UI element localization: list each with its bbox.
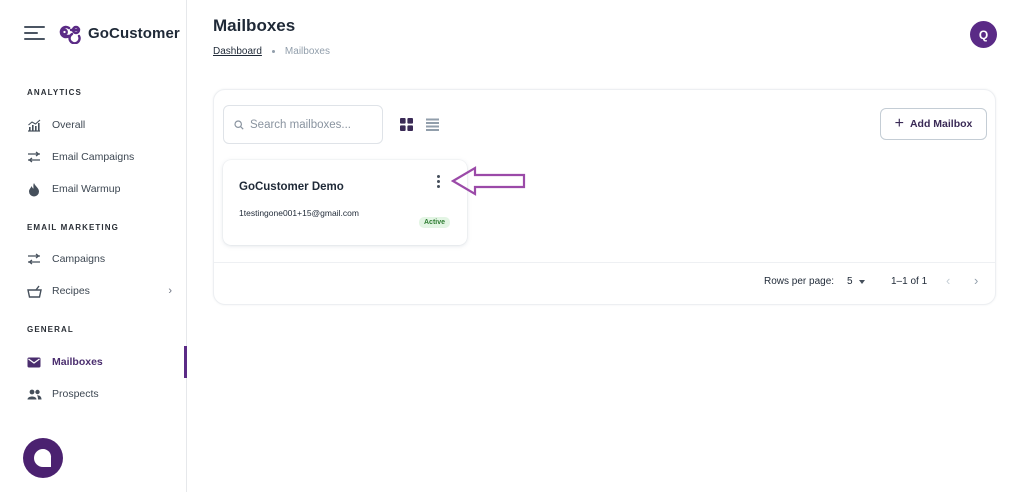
panel-divider [214, 262, 995, 263]
campaign-icon [26, 251, 42, 267]
search-input[interactable] [250, 118, 370, 131]
pagination-range: 1–1 of 1 [891, 276, 928, 287]
sidebar-item-recipes[interactable]: Recipes › [26, 276, 186, 306]
page-title: Mailboxes [213, 16, 296, 35]
sidebar-item-email-campaigns[interactable]: Email Campaigns [26, 142, 186, 172]
mailbox-card[interactable]: GoCustomer Demo 1testingone001+15@gmail.… [223, 160, 467, 245]
menu-toggle-icon[interactable] [24, 24, 46, 42]
sidebar-item-label: Recipes [52, 285, 90, 297]
chart-icon [26, 117, 42, 133]
add-mailbox-label: Add Mailbox [909, 118, 973, 130]
next-page-icon[interactable]: › [974, 273, 978, 288]
plus-icon: + [894, 115, 904, 132]
section-title-email-marketing: EMAIL MARKETING [27, 223, 119, 232]
campaign-icon [26, 149, 42, 165]
people-icon [26, 386, 42, 402]
sidebar-item-label: Overall [52, 119, 86, 131]
mailboxes-panel: + Add Mailbox GoCustomer Demo 1testingon… [213, 89, 996, 305]
sidebar-item-overall[interactable]: Overall [26, 110, 186, 140]
sidebar-item-label: Email Campaigns [52, 151, 135, 163]
annotation-arrow-icon [451, 166, 526, 196]
rows-per-page-label: Rows per page: [764, 276, 835, 287]
breadcrumb: Dashboard Mailboxes [213, 46, 330, 57]
sidebar-item-label: Mailboxes [52, 356, 103, 368]
breadcrumb-separator [271, 50, 275, 53]
active-indicator [184, 346, 187, 378]
gocustomer-logo-icon [59, 25, 81, 44]
sidebar-item-label: Campaigns [52, 253, 106, 265]
add-mailbox-button[interactable]: + Add Mailbox [880, 108, 987, 140]
sidebar-item-prospects[interactable]: Prospects [26, 379, 186, 409]
caret-down-icon [858, 279, 865, 284]
avatar[interactable]: Q [970, 21, 997, 48]
more-options-icon[interactable] [431, 173, 445, 189]
search-icon [234, 119, 244, 130]
breadcrumb-current: Mailboxes [284, 46, 330, 57]
mailbox-email: 1testingone001+15@gmail.com [239, 208, 359, 218]
sidebar-item-label: Prospects [52, 388, 99, 400]
chat-icon [34, 448, 52, 467]
brand-name: GoCustomer [88, 24, 180, 42]
sidebar-item-email-warmup[interactable]: Email Warmup [26, 174, 186, 204]
sidebar-item-mailboxes[interactable]: Mailboxes [26, 347, 186, 377]
chevron-right-icon: › [168, 285, 172, 297]
section-title-analytics: ANALYTICS [27, 88, 82, 97]
status-badge: Active [419, 217, 451, 228]
sidebar-item-campaigns[interactable]: Campaigns [26, 244, 186, 274]
rows-per-page-select[interactable]: 5 [847, 276, 865, 287]
grid-view-icon[interactable] [400, 118, 413, 131]
chat-widget-button[interactable] [23, 438, 63, 478]
mail-icon [26, 354, 42, 370]
list-view-icon[interactable] [426, 118, 439, 131]
previous-page-icon[interactable]: ‹ [946, 273, 950, 288]
sidebar-item-label: Email Warmup [52, 183, 121, 195]
brand: GoCustomer [24, 22, 180, 44]
search-box[interactable] [223, 105, 383, 144]
mailbox-name: GoCustomer Demo [239, 181, 344, 193]
section-title-general: GENERAL [27, 325, 74, 334]
basket-icon [26, 283, 42, 299]
fire-icon [26, 181, 42, 197]
rows-per-page-value: 5 [847, 276, 853, 287]
sidebar: GoCustomer ANALYTICS Overall Email Campa… [0, 0, 187, 492]
breadcrumb-dashboard-link[interactable]: Dashboard [213, 46, 262, 57]
